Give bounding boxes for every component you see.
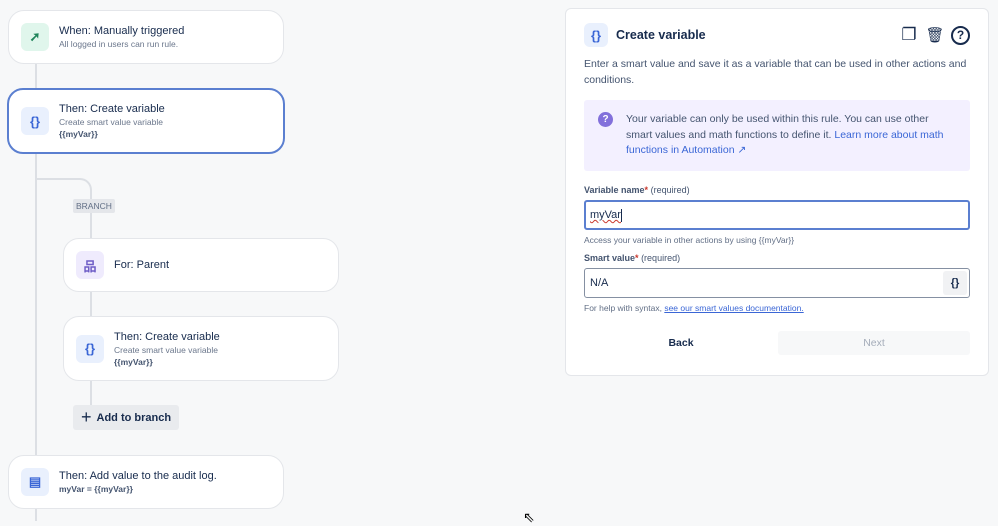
branch-label: BRANCH bbox=[73, 199, 115, 213]
card-subtitle: Create smart value variable bbox=[114, 344, 218, 355]
question-icon: ? bbox=[598, 112, 613, 127]
card-value: myVar = {{myVar}} bbox=[59, 484, 133, 494]
card-title: For: Parent bbox=[114, 259, 170, 271]
info-message: ? Your variable can only be used within … bbox=[584, 100, 970, 171]
variable-name-help: Access your variable in other actions by… bbox=[584, 235, 795, 245]
for-parent-card[interactable]: 品 For: Parent bbox=[63, 238, 339, 292]
card-title: Then: Add value to the audit log. bbox=[59, 470, 217, 482]
mouse-pointer-icon: ⇖ bbox=[523, 509, 535, 525]
card-value: {{myVar}} bbox=[59, 129, 98, 139]
braces-icon: {} bbox=[21, 107, 49, 135]
required-star: * bbox=[635, 253, 639, 263]
variable-name-label: Variable name* (required) bbox=[584, 185, 970, 195]
label-text: Variable name bbox=[584, 185, 645, 195]
add-to-branch-label: Add to branch bbox=[96, 411, 172, 424]
add-to-branch-button[interactable]: + Add to branch bbox=[73, 405, 179, 430]
help-icon[interactable]: ? bbox=[951, 25, 970, 45]
card-subtitle: All logged in users can run rule. bbox=[59, 39, 179, 49]
card-title: Then: Create variable bbox=[59, 103, 165, 115]
required-text: (required) bbox=[641, 253, 681, 263]
hierarchy-icon: 品 bbox=[76, 251, 104, 279]
trash-icon[interactable]: 🗑 bbox=[925, 26, 945, 44]
smart-value-input[interactable]: N/A {} bbox=[584, 268, 970, 298]
required-text: (required) bbox=[650, 185, 690, 195]
create-variable-panel: {} Create variable ❐ 🗑 ? Enter a smart v… bbox=[565, 8, 989, 376]
variable-name-input[interactable]: myVar bbox=[584, 200, 970, 230]
smart-value-help: For help with syntax, see our smart valu… bbox=[584, 303, 970, 313]
smart-values-doc-link[interactable]: see our smart values documentation. bbox=[664, 303, 803, 313]
create-variable-card[interactable]: {} Then: Create variable Create smart va… bbox=[7, 88, 285, 154]
card-subtitle: Create smart value variable bbox=[59, 117, 163, 127]
trigger-card[interactable]: ➚ When: Manually triggered All logged in… bbox=[8, 10, 284, 64]
input-value: myVar bbox=[590, 209, 621, 221]
panel-description: Enter a smart value and save it as a var… bbox=[584, 58, 967, 86]
document-icon: ▤ bbox=[21, 468, 49, 496]
smart-value-label: Smart value* (required) bbox=[584, 253, 970, 263]
audit-log-card[interactable]: ▤ Then: Add value to the audit log. myVa… bbox=[8, 455, 284, 509]
panel-title: Create variable bbox=[616, 28, 706, 42]
branch-create-variable-card[interactable]: {} Then: Create variable Create smart va… bbox=[63, 316, 339, 381]
back-button[interactable]: Back bbox=[584, 331, 778, 355]
braces-icon: {} bbox=[584, 23, 608, 47]
duplicate-icon[interactable]: ❐ bbox=[899, 25, 919, 45]
required-star: * bbox=[644, 185, 649, 195]
braces-icon: {} bbox=[76, 334, 104, 363]
card-title: When: Manually triggered bbox=[59, 25, 185, 37]
smart-value-picker-button[interactable]: {} bbox=[943, 271, 967, 295]
plus-icon: + bbox=[81, 407, 92, 427]
cursor-click-icon: ➚ bbox=[21, 23, 49, 51]
help-text: For help with syntax, bbox=[584, 303, 665, 313]
next-button[interactable]: Next bbox=[778, 331, 970, 355]
card-title: Then: Create variable bbox=[114, 330, 220, 343]
input-value: N/A bbox=[590, 277, 609, 289]
label-text: Smart value bbox=[584, 253, 636, 263]
card-value: {{myVar}} bbox=[114, 356, 153, 367]
